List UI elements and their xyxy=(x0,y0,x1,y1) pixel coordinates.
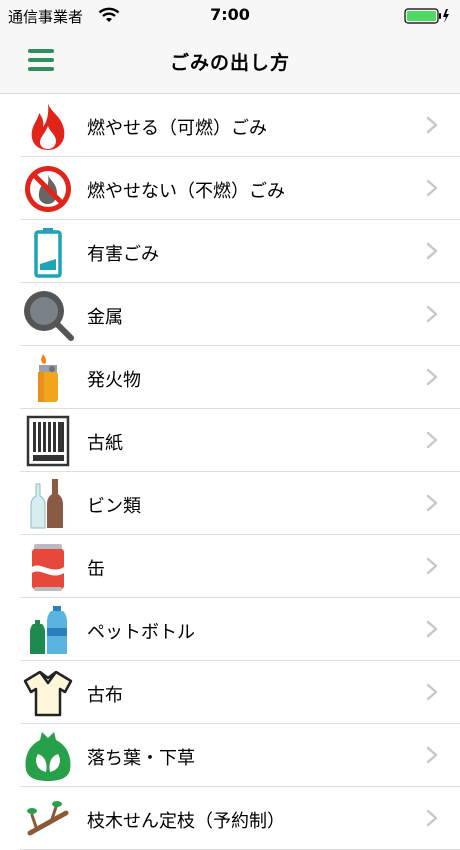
list-item-label: 有害ごみ xyxy=(87,244,159,265)
branches-icon xyxy=(27,801,69,836)
category-list: 燃やせる（可燃）ごみ 燃やせない（不燃）ごみ 有害ごみ 金属 発火物 古紙 ビン… xyxy=(0,94,460,850)
list-item-branches[interactable]: 枝木せん定枝（予約制） xyxy=(0,787,460,850)
list-item-label: ペットボトル xyxy=(87,622,195,643)
chevron-right-icon xyxy=(426,683,438,701)
list-item-label: 缶 xyxy=(87,559,105,580)
page-title: ごみの出し方 xyxy=(169,52,290,74)
chevron-right-icon xyxy=(426,431,438,449)
chevron-right-icon xyxy=(426,368,438,386)
battery-icon xyxy=(34,228,62,278)
chevron-right-icon xyxy=(426,494,438,512)
no-burn-icon xyxy=(25,166,71,212)
list-item-non-burnable[interactable]: 燃やせない（不燃）ごみ xyxy=(0,157,460,220)
list-item-label: 燃やせない（不燃）ごみ xyxy=(87,181,285,202)
battery-status-icon xyxy=(404,8,449,24)
chevron-right-icon xyxy=(426,746,438,764)
list-item-label: 古布 xyxy=(87,685,123,706)
list-item-hazardous[interactable]: 有害ごみ xyxy=(0,220,460,283)
list-item-bottles[interactable]: ビン類 xyxy=(0,472,460,535)
lighter-icon xyxy=(38,354,58,402)
chevron-right-icon xyxy=(426,179,438,197)
status-bar: 通信事業者 7:00 xyxy=(0,0,460,32)
list-item-label: ビン類 xyxy=(87,496,141,517)
chevron-right-icon xyxy=(426,557,438,575)
chevron-right-icon xyxy=(426,305,438,323)
chevron-right-icon xyxy=(426,116,438,134)
chevron-right-icon xyxy=(426,620,438,638)
chevron-right-icon xyxy=(426,809,438,827)
list-item-label: 枝木せん定枝（予約制） xyxy=(87,811,285,832)
clock: 7:00 xyxy=(210,5,250,24)
list-item-pet-bottles[interactable]: ペットボトル xyxy=(0,598,460,661)
list-item-leaves[interactable]: 落ち葉・下草 xyxy=(0,724,460,787)
navigation-bar: ごみの出し方 xyxy=(0,32,460,94)
list-item-waste-paper[interactable]: 古紙 xyxy=(0,409,460,472)
list-item-cans[interactable]: 缶 xyxy=(0,535,460,598)
leaf-bag-icon xyxy=(25,732,71,781)
list-item-ignitable[interactable]: 発火物 xyxy=(0,346,460,409)
chevron-right-icon xyxy=(426,242,438,260)
list-item-metal[interactable]: 金属 xyxy=(0,283,460,346)
frying-pan-icon xyxy=(24,291,74,341)
list-item-label: 古紙 xyxy=(87,433,123,454)
list-item-label: 落ち葉・下草 xyxy=(87,748,195,769)
list-item-label: 発火物 xyxy=(87,370,141,391)
shirt-icon xyxy=(23,670,73,717)
bottles-icon xyxy=(30,479,63,529)
list-item-label: 燃やせる（可燃）ごみ xyxy=(87,118,267,139)
flame-icon xyxy=(31,103,65,150)
pet-bottle-icon xyxy=(30,606,67,654)
list-item-burnable[interactable]: 燃やせる（可燃）ごみ xyxy=(0,94,460,157)
newspaper-icon xyxy=(26,415,70,467)
list-item-label: 金属 xyxy=(87,307,123,328)
can-icon xyxy=(32,544,64,591)
list-item-old-cloth[interactable]: 古布 xyxy=(0,661,460,724)
